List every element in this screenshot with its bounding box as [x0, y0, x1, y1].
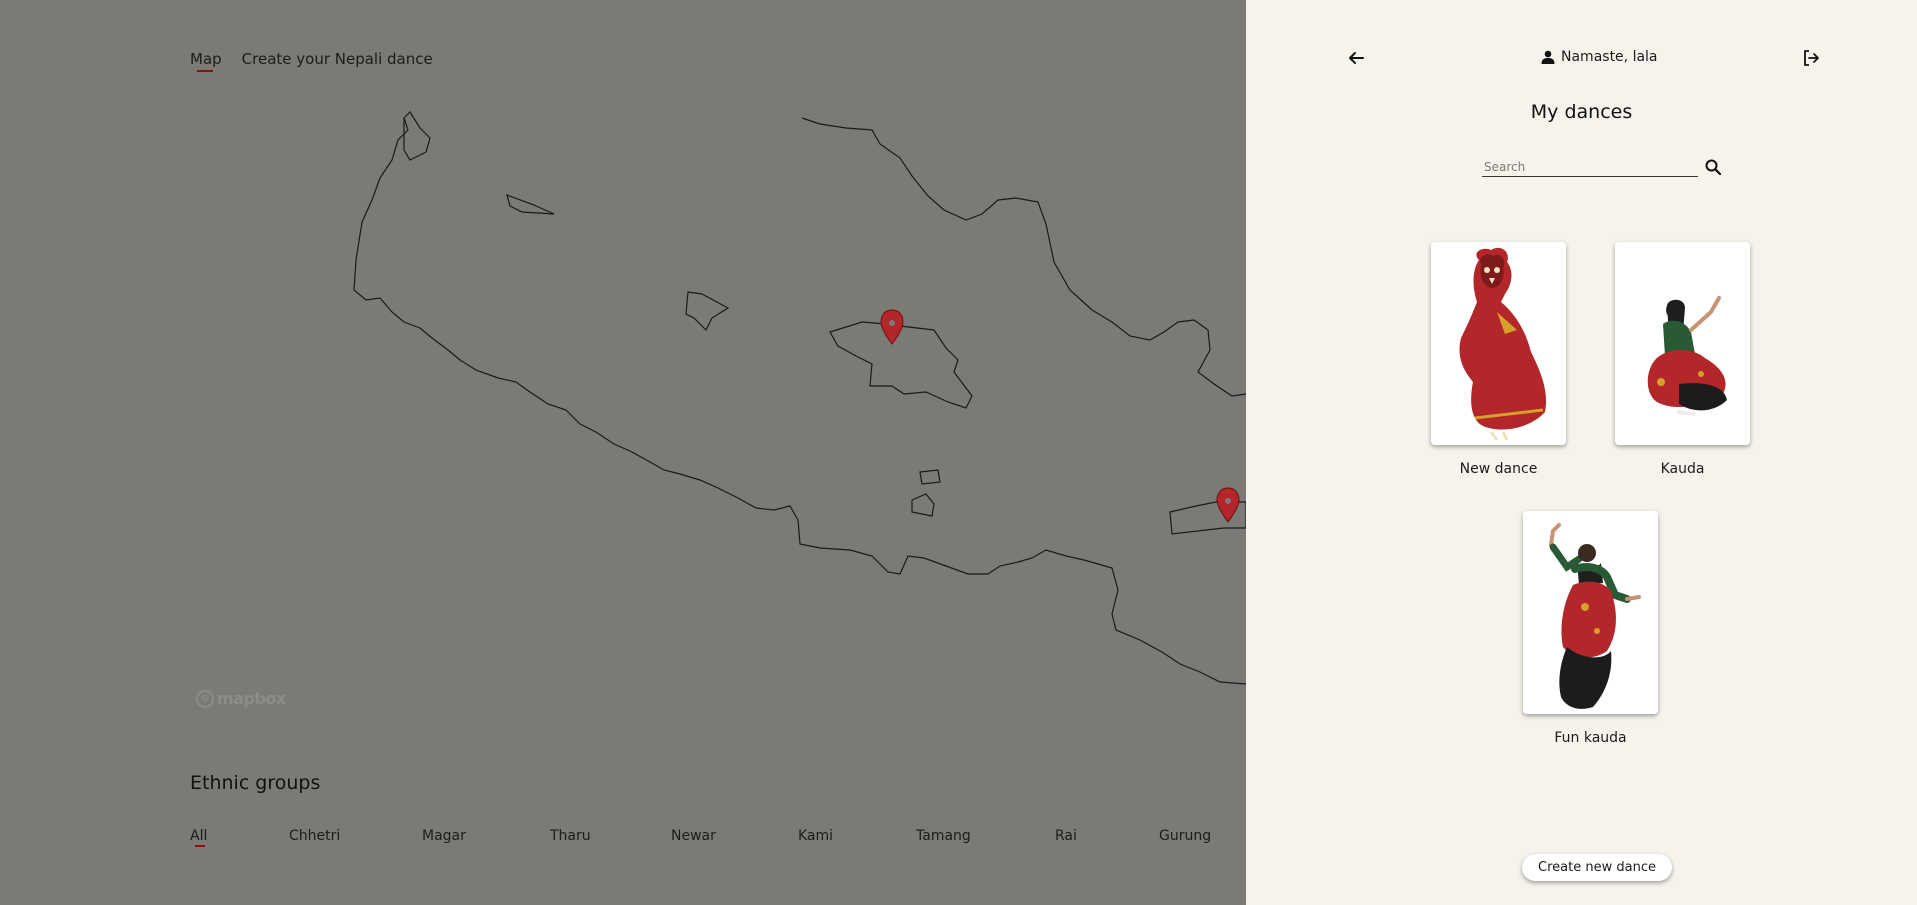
- map-area: Map Create your Nepali dance ⊙ mapbox Et…: [0, 0, 1246, 905]
- back-arrow-icon[interactable]: [1346, 48, 1366, 68]
- greeting-text: Namaste, lala: [1561, 49, 1658, 65]
- map-marker-icon[interactable]: [880, 309, 904, 345]
- panel-header: Namaste, lala: [1246, 48, 1917, 72]
- dancer-image: [1549, 523, 1641, 709]
- ethnic-groups-list: All Chhetri Magar Tharu Newar Kami Taman…: [190, 828, 1220, 850]
- region-outline-3: [829, 321, 973, 409]
- dance-name: Kauda: [1660, 461, 1705, 477]
- dance-thumbnail[interactable]: [1615, 242, 1750, 445]
- panel-title: My dances: [1530, 101, 1633, 123]
- dancer-image: [1647, 296, 1727, 416]
- user-greeting: Namaste, lala: [1541, 49, 1658, 65]
- dance-card[interactable]: New dance: [1431, 242, 1566, 477]
- dance-card[interactable]: Kauda: [1615, 242, 1750, 477]
- mapbox-label: mapbox: [217, 689, 286, 708]
- main-nav: Map Create your Nepali dance: [190, 50, 433, 72]
- ethnic-filter-gurung[interactable]: Gurung: [1159, 828, 1211, 844]
- create-new-dance-button[interactable]: Create new dance: [1522, 854, 1672, 881]
- nav-map-link[interactable]: Map: [190, 50, 222, 72]
- dance-card[interactable]: Fun kauda: [1523, 511, 1658, 746]
- search-bar: [1482, 158, 1722, 180]
- ethnic-filter-tamang[interactable]: Tamang: [916, 828, 971, 844]
- nepal-border: [353, 117, 1246, 685]
- ethnic-filter-magar[interactable]: Magar: [422, 828, 466, 844]
- mapbox-logo[interactable]: ⊙ mapbox: [196, 689, 286, 708]
- logout-icon[interactable]: [1801, 48, 1821, 68]
- ethnic-filter-kami[interactable]: Kami: [798, 828, 833, 844]
- region-outline-2: [685, 291, 730, 332]
- nepal-map[interactable]: [0, 0, 1246, 905]
- ethnic-filter-all[interactable]: All: [190, 828, 207, 847]
- nav-create-link[interactable]: Create your Nepali dance: [242, 50, 433, 68]
- region-outline-1: [506, 194, 555, 215]
- nepal-border-north: [403, 111, 431, 161]
- ethnic-groups-title: Ethnic groups: [190, 772, 321, 794]
- mapbox-icon: ⊙: [196, 689, 214, 708]
- search-input[interactable]: [1482, 158, 1698, 177]
- dancer-image: [1459, 247, 1547, 441]
- dance-thumbnail[interactable]: [1431, 242, 1566, 445]
- my-dances-panel: Namaste, lala My dances New dan: [1246, 0, 1917, 905]
- dance-name: Fun kauda: [1554, 730, 1627, 746]
- region-outline-4: [919, 469, 941, 485]
- region-outline-5: [911, 493, 935, 517]
- dance-thumbnail[interactable]: [1523, 511, 1658, 714]
- user-icon: [1541, 50, 1555, 64]
- dance-name: New dance: [1459, 461, 1538, 477]
- ethnic-filter-tharu[interactable]: Tharu: [550, 828, 591, 844]
- map-marker-icon[interactable]: [1216, 487, 1240, 523]
- ethnic-filter-newar[interactable]: Newar: [671, 828, 716, 844]
- search-icon[interactable]: [1704, 158, 1722, 176]
- ethnic-filter-rai[interactable]: Rai: [1055, 828, 1077, 844]
- ethnic-filter-chhetri[interactable]: Chhetri: [289, 828, 340, 844]
